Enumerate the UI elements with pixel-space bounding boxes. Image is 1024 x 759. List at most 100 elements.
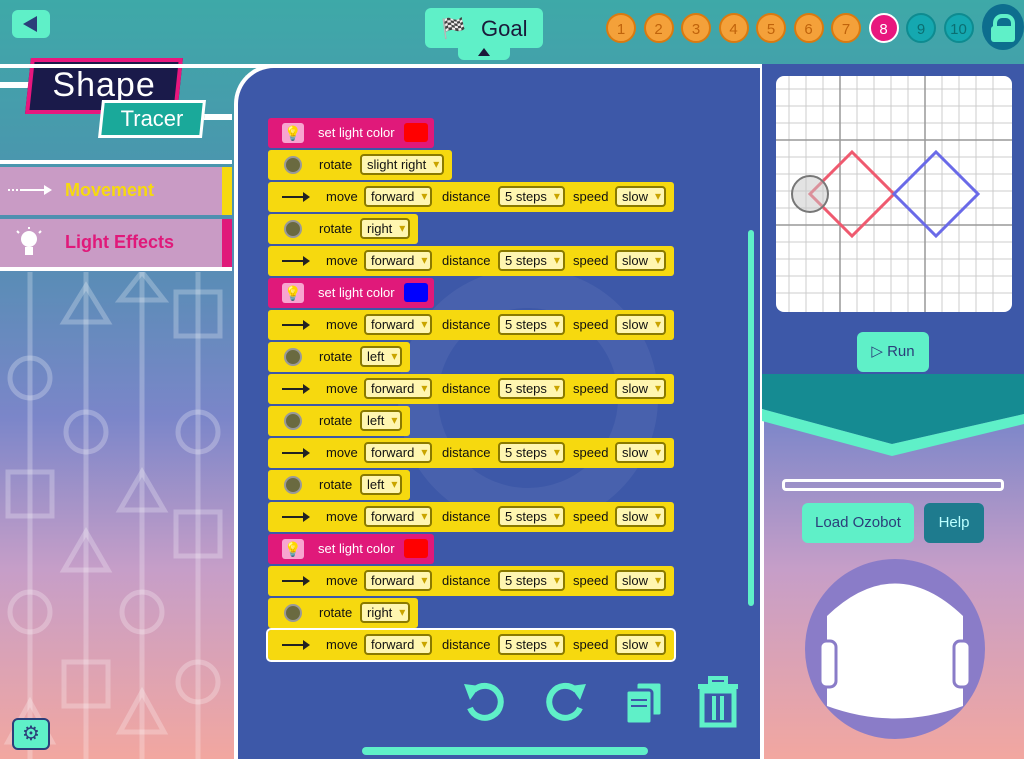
distance-dropdown[interactable]: 5 steps xyxy=(498,314,565,335)
rotate-block[interactable]: rotate right xyxy=(268,214,418,244)
distance-label: distance xyxy=(442,573,491,588)
speed-dropdown[interactable]: slow xyxy=(615,378,667,399)
run-button[interactable]: ▷ Run xyxy=(857,332,929,372)
color-swatch[interactable] xyxy=(404,283,428,302)
load-ozobot-button[interactable]: Load Ozobot xyxy=(802,503,914,543)
speed-dropdown[interactable]: slow xyxy=(615,186,667,207)
speed-label: speed xyxy=(573,317,609,332)
progress-bar xyxy=(782,479,1004,491)
speed-dropdown[interactable]: slow xyxy=(615,506,667,527)
move-block[interactable]: move forward distance 5 steps speed slow xyxy=(268,502,674,532)
arrow-icon xyxy=(282,512,310,522)
rotate-icon xyxy=(284,604,302,622)
move-block[interactable]: move forward distance 5 steps speed slow xyxy=(268,566,674,596)
speed-label: speed xyxy=(573,509,609,524)
speed-dropdown[interactable]: slow xyxy=(615,442,667,463)
rotate-block[interactable]: rotate slight right xyxy=(268,150,452,180)
distance-dropdown[interactable]: 5 steps xyxy=(498,186,565,207)
lightbulb-icon xyxy=(16,227,42,255)
rotate-block[interactable]: rotate left xyxy=(268,342,410,372)
move-direction-dropdown[interactable]: forward xyxy=(364,570,433,591)
rotate-direction-dropdown[interactable]: slight right xyxy=(360,154,445,175)
move-block[interactable]: move forward distance 5 steps speed slow xyxy=(268,438,674,468)
rotate-direction-dropdown[interactable]: left xyxy=(360,410,403,431)
move-direction-dropdown[interactable]: forward xyxy=(364,378,433,399)
distance-dropdown[interactable]: 5 steps xyxy=(498,442,565,463)
blue-diamond-path xyxy=(891,149,981,239)
gear-icon: ⚙ xyxy=(22,723,40,745)
move-block[interactable]: move forward distance 5 steps speed slow xyxy=(268,310,674,340)
set-light-color-block[interactable]: 💡 set light color xyxy=(268,278,434,308)
move-block[interactable]: move forward distance 5 steps speed slow xyxy=(268,246,674,276)
block-label: rotate xyxy=(319,413,353,428)
lightbulb-icon: 💡 xyxy=(282,283,304,303)
trash-icon[interactable] xyxy=(694,676,742,728)
category-movement[interactable]: Movement xyxy=(0,167,232,215)
level-2-button[interactable]: 2 xyxy=(643,13,674,43)
set-light-color-block[interactable]: 💡 set light color xyxy=(268,118,434,148)
rotate-direction-dropdown[interactable]: left xyxy=(360,346,403,367)
block-label: rotate xyxy=(319,349,353,364)
rotate-direction-dropdown[interactable]: right xyxy=(360,218,411,239)
rotate-block[interactable]: rotate left xyxy=(268,406,410,436)
level-4-button[interactable]: 4 xyxy=(718,13,749,43)
block-label: rotate xyxy=(319,477,353,492)
rotate-block[interactable]: rotate left xyxy=(268,470,410,500)
redo-icon[interactable] xyxy=(542,676,590,728)
speed-dropdown[interactable]: slow xyxy=(615,570,667,591)
speed-dropdown[interactable]: slow xyxy=(615,314,667,335)
level-8-button[interactable]: 8 xyxy=(868,13,899,43)
settings-button[interactable]: ⚙ xyxy=(12,718,50,750)
speed-dropdown[interactable]: slow xyxy=(615,634,667,655)
goal-expand-tab[interactable] xyxy=(458,44,510,60)
block-label: rotate xyxy=(319,605,353,620)
rotate-block[interactable]: rotate right xyxy=(268,598,418,628)
move-direction-dropdown[interactable]: forward xyxy=(364,186,433,207)
speed-dropdown[interactable]: slow xyxy=(615,250,667,271)
set-light-color-block[interactable]: 💡 set light color xyxy=(268,534,434,564)
goal-button[interactable]: 🏁 Goal xyxy=(425,8,543,48)
back-button[interactable] xyxy=(12,10,50,38)
logo-stripe xyxy=(0,82,30,88)
move-direction-dropdown[interactable]: forward xyxy=(364,314,433,335)
level-10-button[interactable]: 10 xyxy=(943,13,974,43)
speed-label: speed xyxy=(573,445,609,460)
color-swatch[interactable] xyxy=(404,539,428,558)
move-direction-dropdown[interactable]: forward xyxy=(364,634,433,655)
move-block[interactable]: move forward distance 5 steps speed slow xyxy=(266,628,676,662)
help-button[interactable]: Help xyxy=(924,503,984,543)
move-block[interactable]: move forward distance 5 steps speed slow xyxy=(268,182,674,212)
move-direction-dropdown[interactable]: forward xyxy=(364,442,433,463)
lock-icon[interactable] xyxy=(982,4,1024,50)
level-9-button[interactable]: 9 xyxy=(906,13,936,43)
rotate-direction-dropdown[interactable]: right xyxy=(360,602,411,623)
goal-preview-grid xyxy=(776,76,1012,312)
vertical-scrollbar[interactable] xyxy=(748,230,754,606)
category-color-bar xyxy=(222,167,232,215)
arrow-icon xyxy=(8,185,52,195)
level-3-button[interactable]: 3 xyxy=(681,13,711,43)
arrow-icon xyxy=(282,256,310,266)
level-6-button[interactable]: 6 xyxy=(793,13,824,43)
color-swatch[interactable] xyxy=(404,123,428,142)
distance-dropdown[interactable]: 5 steps xyxy=(498,250,565,271)
distance-dropdown[interactable]: 5 steps xyxy=(498,634,565,655)
rotate-direction-dropdown[interactable]: left xyxy=(360,474,403,495)
block-label: rotate xyxy=(319,221,353,236)
undo-icon[interactable] xyxy=(460,676,508,728)
level-5-button[interactable]: 5 xyxy=(756,13,786,43)
level-1-button[interactable]: 1 xyxy=(606,13,636,43)
category-light-effects[interactable]: Light Effects xyxy=(0,219,232,267)
distance-dropdown[interactable]: 5 steps xyxy=(498,570,565,591)
distance-dropdown[interactable]: 5 steps xyxy=(498,506,565,527)
move-block[interactable]: move forward distance 5 steps speed slow xyxy=(268,374,674,404)
move-direction-dropdown[interactable]: forward xyxy=(364,506,433,527)
lightbulb-icon: 💡 xyxy=(282,539,304,559)
cards-icon[interactable] xyxy=(622,676,670,728)
arrow-icon xyxy=(282,640,310,650)
level-7-button[interactable]: 7 xyxy=(831,13,861,43)
move-direction-dropdown[interactable]: forward xyxy=(364,250,433,271)
block-label: move xyxy=(326,253,358,268)
distance-dropdown[interactable]: 5 steps xyxy=(498,378,565,399)
horizontal-scrollbar[interactable] xyxy=(362,747,648,755)
